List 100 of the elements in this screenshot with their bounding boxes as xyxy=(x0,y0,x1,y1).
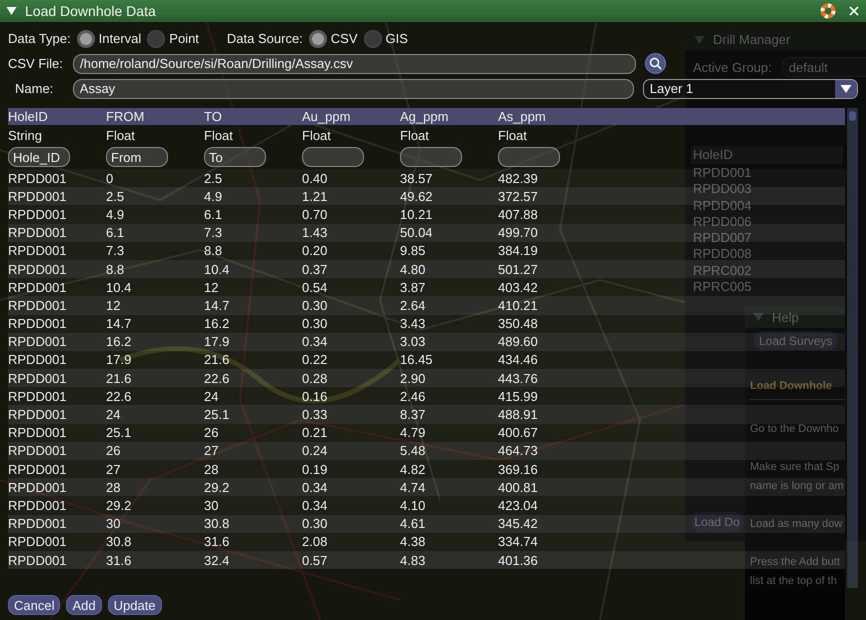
table-cell-text: RPDD001 xyxy=(8,552,68,568)
table-cell-text: 24 xyxy=(204,388,220,404)
radio-button[interactable] xyxy=(364,30,382,48)
table-cell-text: 49.62 xyxy=(400,188,434,204)
table-cell-text: 27 xyxy=(204,443,220,458)
column-header[interactable]: TO xyxy=(204,109,302,124)
table-cell-text: 12 xyxy=(204,280,220,295)
table-cell-text: 1.43 xyxy=(302,225,328,240)
radio-label: GIS xyxy=(386,31,408,46)
table-cell-text: 4.79 xyxy=(400,425,426,440)
scrollbar[interactable] xyxy=(847,108,858,588)
table-cell-text: 400.67 xyxy=(498,425,539,440)
table-cell-text: 7.3 xyxy=(106,243,126,258)
table-cell-text: 0.30 xyxy=(302,516,328,532)
dialog-button[interactable]: Cancel xyxy=(8,595,60,615)
table-cell-text: 3.43 xyxy=(400,316,426,332)
field-mapping-input[interactable]: To xyxy=(204,147,266,167)
table-cell-text: 4.74 xyxy=(400,480,426,495)
table-cell-text: 423.04 xyxy=(498,498,539,513)
table-cell-text: 2.90 xyxy=(400,370,426,386)
table-cell-text: 16.45 xyxy=(400,352,434,368)
table-cell-text: 501.27 xyxy=(498,262,539,277)
help-text: Make sure that Sp xyxy=(750,460,840,475)
column-header[interactable]: HoleID xyxy=(8,109,106,124)
field-mapping-input[interactable] xyxy=(400,147,462,167)
table-cell-text: 31.6 xyxy=(106,552,132,568)
table-cell-text: 345.42 xyxy=(498,516,539,532)
help-text: Press the Add butt xyxy=(750,555,841,570)
window-title: Load Downhole Data xyxy=(25,3,157,19)
table-cell-text: 14.7 xyxy=(106,316,132,332)
table-cell-text: RPDD001 xyxy=(8,370,68,386)
table-cell-text: RPDD001 xyxy=(8,262,68,277)
table-cell-text: 16.2 xyxy=(106,334,132,350)
column-header[interactable]: Au_ppm xyxy=(302,109,400,124)
table-cell-text: 27 xyxy=(106,462,122,477)
table-cell-text: 31.6 xyxy=(204,534,230,550)
column-header[interactable]: As_ppm xyxy=(498,109,596,124)
table-cell-text: RPDD001 xyxy=(8,516,68,532)
table-cell-text: 21.6 xyxy=(106,370,132,386)
field-mapping-input[interactable]: Hole_ID xyxy=(8,147,70,167)
column-header[interactable]: Ag_ppm xyxy=(400,109,498,124)
table-cell-text: 464.73 xyxy=(498,443,539,458)
search-button[interactable] xyxy=(645,53,666,74)
table-cell-text: 489.60 xyxy=(498,334,539,350)
table-cell-text: 25.1 xyxy=(106,425,132,440)
dialog-button[interactable]: Add xyxy=(66,595,102,615)
column-header[interactable]: FROM xyxy=(106,109,204,124)
table-cell-text: 0.20 xyxy=(302,243,328,258)
radio-button[interactable] xyxy=(76,30,95,48)
column-type: String xyxy=(8,128,43,142)
table-cell-text: 369.16 xyxy=(498,462,539,477)
table-cell-text: 2.46 xyxy=(400,388,426,404)
table-cell-text: 401.36 xyxy=(498,552,539,568)
table-cell-text: 0.34 xyxy=(302,334,328,350)
table-cell-text: 334.74 xyxy=(498,534,539,550)
table-cell-text: 14.7 xyxy=(204,298,230,313)
table-cell-text: 4.38 xyxy=(400,534,426,550)
file-path-field[interactable]: /home/roland/Source/si/Roan/Drilling/Assay.csv xyxy=(73,54,636,74)
lifebuoy-icon xyxy=(820,3,836,19)
table-cell-text: RPDD001 xyxy=(8,225,68,240)
panel-title: Help xyxy=(772,310,799,324)
table-cell-text: 0.21 xyxy=(302,425,328,440)
table-cell-text: 22.6 xyxy=(106,388,132,404)
table-cell-text: 407.88 xyxy=(498,206,539,222)
table-cell-text: 4.61 xyxy=(400,516,426,532)
table-cell-text: 30.8 xyxy=(204,516,230,532)
table-cell-text: 10.21 xyxy=(400,206,434,222)
field-mapping-input[interactable]: From xyxy=(106,147,168,167)
scrollbar-thumb[interactable] xyxy=(849,111,856,121)
table-cell-text: 6.1 xyxy=(106,225,126,240)
help-text: list at the top of th xyxy=(750,574,838,589)
table-cell-text: 0.28 xyxy=(302,370,328,386)
search-icon xyxy=(649,57,662,70)
table-cell-text: 488.91 xyxy=(498,407,539,422)
table-cell-text: 4.9 xyxy=(204,188,224,204)
field-mapping-input[interactable] xyxy=(498,147,560,167)
collapse-triangle-icon xyxy=(753,312,764,322)
table-cell-text: 0.24 xyxy=(302,443,328,458)
radio-button[interactable] xyxy=(147,30,166,48)
name-field[interactable]: Assay xyxy=(72,78,634,98)
table-cell-text: RPDD001 xyxy=(8,243,68,258)
layer-dropdown[interactable]: Layer 1 xyxy=(642,78,858,98)
table-cell-text: 0.30 xyxy=(302,298,328,313)
table-cell-text: 3.03 xyxy=(400,334,426,350)
table-cell-text: 8.8 xyxy=(106,262,126,277)
close-icon[interactable] xyxy=(848,5,860,17)
table-cell-text: 12 xyxy=(106,298,122,313)
column-type: Float xyxy=(302,128,332,142)
table-cell-text: 30 xyxy=(106,516,122,532)
table-cell-text: RPDD001 xyxy=(8,534,68,550)
panel-title: Drill Manager xyxy=(713,32,790,47)
radio-button[interactable] xyxy=(308,30,327,48)
table-cell-text: 29.2 xyxy=(204,480,230,495)
table-cell-text: 0.19 xyxy=(302,462,328,477)
table-cell-text: RPDD001 xyxy=(8,480,68,495)
field-mapping-input[interactable] xyxy=(302,147,364,167)
help-text: Go to the Downho xyxy=(750,422,840,437)
table-cell-text: 443.76 xyxy=(498,370,539,386)
dialog-button[interactable]: Update xyxy=(108,595,162,615)
table-cell-text: 0.37 xyxy=(302,262,328,277)
